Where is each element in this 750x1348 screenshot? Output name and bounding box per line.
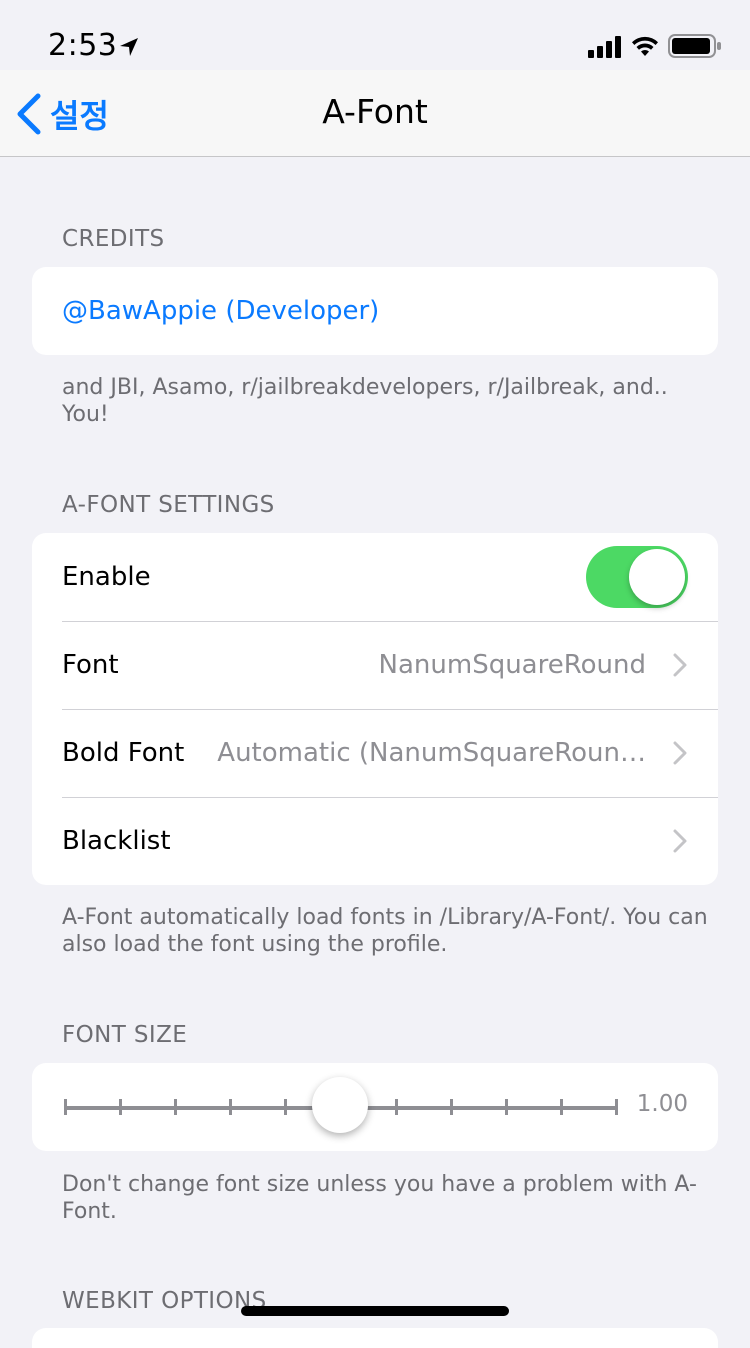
font-size-slider-knob[interactable] <box>312 1077 368 1133</box>
slider-tick <box>450 1099 453 1115</box>
cellular-signal-icon <box>588 36 621 58</box>
chevron-right-icon <box>673 653 687 677</box>
slider-tick <box>615 1099 618 1115</box>
font-size-value: 1.00 <box>636 1091 688 1117</box>
font-size-group: 1.00 <box>32 1063 718 1151</box>
settings-footer: A-Font automatically load fonts in /Libr… <box>62 905 708 957</box>
battery-icon <box>668 34 721 58</box>
enable-label: Enable <box>62 562 151 592</box>
webkit-header: WEBKIT OPTIONS <box>62 1288 267 1314</box>
font-size-footer: Don't change font size unless you have a… <box>62 1172 697 1224</box>
location-arrow-icon <box>120 38 138 56</box>
settings-header: A-FONT SETTINGS <box>62 492 275 518</box>
wifi-icon <box>632 36 658 56</box>
slider-tick <box>64 1099 67 1115</box>
enable-toggle[interactable] <box>586 546 688 608</box>
font-value: NanumSquareRound <box>378 650 646 680</box>
font-size-header: FONT SIZE <box>62 1022 188 1048</box>
developer-link-row[interactable]: @BawAppie (Developer) <box>32 267 718 355</box>
bold-font-row[interactable]: Bold Font Automatic (NanumSquareRoun… <box>32 709 718 797</box>
home-indicator[interactable] <box>241 1306 509 1316</box>
webkit-group <box>32 1328 718 1348</box>
slider-tick <box>229 1099 232 1115</box>
credits-group: @BawAppie (Developer) <box>32 267 718 355</box>
blacklist-label: Blacklist <box>62 826 171 856</box>
slider-tick <box>560 1099 563 1115</box>
bold-font-value: Automatic (NanumSquareRoun… <box>217 738 646 768</box>
developer-link[interactable]: @BawAppie (Developer) <box>62 296 379 326</box>
font-label: Font <box>62 650 119 680</box>
bold-font-label: Bold Font <box>62 738 185 768</box>
slider-tick <box>119 1099 122 1115</box>
chevron-right-icon <box>673 741 687 765</box>
credits-header: CREDITS <box>62 226 165 252</box>
toggle-knob <box>629 549 685 605</box>
page-title: A-Font <box>322 92 428 131</box>
status-time: 2:53 <box>48 28 118 63</box>
font-size-slider-row: 1.00 <box>32 1063 718 1151</box>
enable-row: Enable <box>32 533 718 621</box>
slider-tick <box>174 1099 177 1115</box>
chevron-right-icon <box>673 829 687 853</box>
settings-group: Enable Font NanumSquareRound Bold Font A… <box>32 533 718 885</box>
font-row[interactable]: Font NanumSquareRound <box>32 621 718 709</box>
credits-footer: and JBI, Asamo, r/jailbreakdevelopers, r… <box>62 375 668 427</box>
slider-tick <box>505 1099 508 1115</box>
slider-tick <box>284 1099 287 1115</box>
blacklist-row[interactable]: Blacklist <box>32 797 718 885</box>
navigation-bar: 설정 A-Font <box>0 70 750 157</box>
slider-tick <box>395 1099 398 1115</box>
